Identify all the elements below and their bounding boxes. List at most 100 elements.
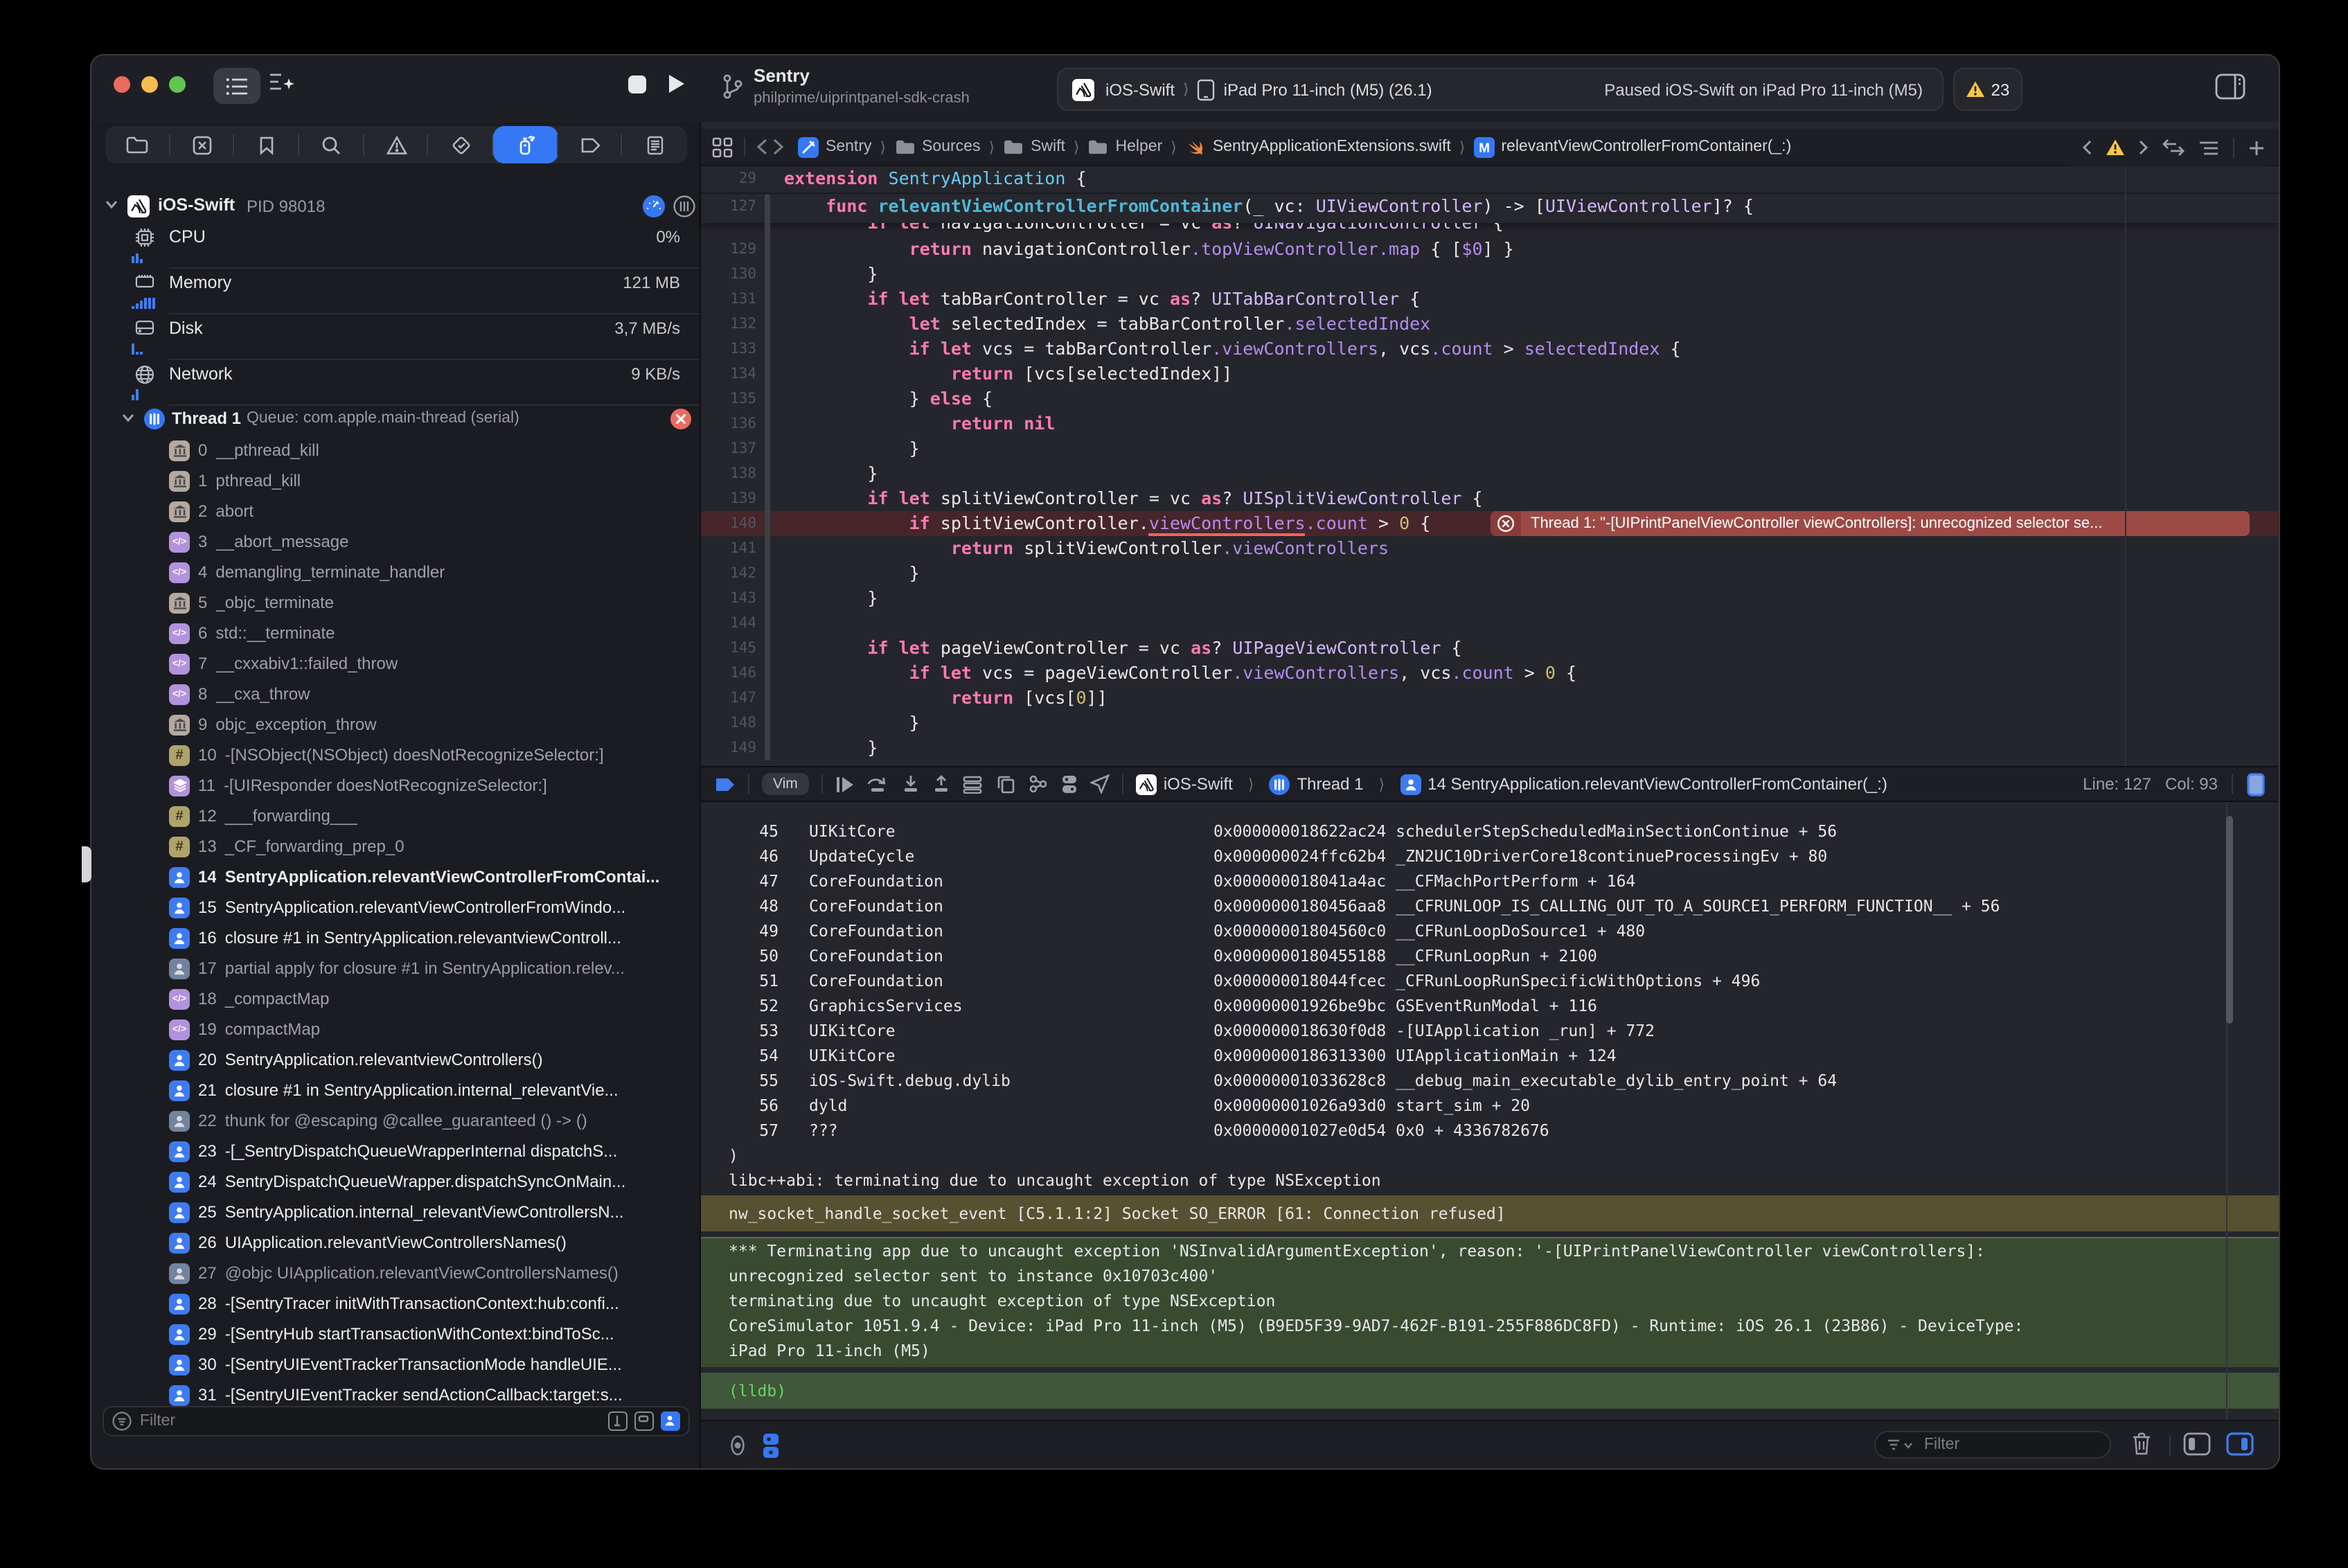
stack-frame-1[interactable]: 1pthread_kill xyxy=(91,465,700,496)
stack-frame-11[interactable]: 11-[UIResponder doesNotRecognizeSelector… xyxy=(91,770,700,801)
forward-button[interactable] xyxy=(773,139,784,155)
toggle-variables-view-button[interactable] xyxy=(2183,1432,2211,1456)
zoom-window-button[interactable] xyxy=(169,76,186,93)
line-number[interactable]: 139 xyxy=(701,486,756,511)
code-line-147[interactable]: 147 return [vcs[0]] xyxy=(701,686,2279,711)
line-number[interactable]: 137 xyxy=(701,436,756,461)
gauge-view-icon[interactable] xyxy=(643,195,665,217)
code-line-132[interactable]: 132 let selectedIndex = tabBarController… xyxy=(701,312,2279,337)
related-items-icon[interactable] xyxy=(712,136,733,157)
next-issue-button[interactable] xyxy=(2139,140,2149,155)
code-line-137[interactable]: 137 } xyxy=(701,436,2279,461)
code-line-149[interactable]: 149 } xyxy=(701,736,2279,760)
code-line-140[interactable]: 140 if splitViewController.viewControlle… xyxy=(701,511,2279,536)
window-edge-handle[interactable] xyxy=(82,846,91,882)
breadcrumb-item[interactable]: Swift xyxy=(1003,139,1065,155)
stack-frame-15[interactable]: 15SentryApplication.relevantViewControll… xyxy=(91,892,700,923)
editor-options-icon[interactable] xyxy=(2198,139,2219,156)
continue-button[interactable] xyxy=(835,775,853,793)
line-number[interactable]: 149 xyxy=(701,736,756,760)
line-number[interactable] xyxy=(701,223,756,235)
thread-row[interactable]: Thread 1 Queue: com.apple.main-thread (s… xyxy=(91,404,700,435)
chevron-down-icon[interactable] xyxy=(122,413,134,422)
stack-frame-20[interactable]: 20SentryApplication.relevantviewControll… xyxy=(91,1044,700,1075)
code-line-135[interactable]: 135 } else { xyxy=(701,386,2279,411)
chevron-down-icon[interactable] xyxy=(105,199,118,209)
gauge-cpu[interactable]: CPU 0% xyxy=(91,223,700,269)
source-editor[interactable]: 29extension SentryApplication { 127 func… xyxy=(701,166,2279,766)
debug-view-hierarchy-icon[interactable] xyxy=(995,774,1015,794)
line-number[interactable]: 133 xyxy=(701,337,756,362)
code-line-136[interactable]: 136 return nil xyxy=(701,411,2279,436)
console-scrollbar-thumb[interactable] xyxy=(2226,816,2233,1024)
debug-breadcrumb[interactable]: iOS-Swift ⟩ Thread 1 ⟩ 14 SentryApplicat… xyxy=(1136,774,1887,794)
previous-issue-button[interactable] xyxy=(2082,140,2092,155)
line-number[interactable]: 130 xyxy=(701,262,756,287)
stack-frame-18[interactable]: </>18_compactMap xyxy=(91,983,700,1014)
debug-crumb-frame[interactable]: 14 SentryApplication.relevantViewControl… xyxy=(1428,774,1887,794)
step-out-button[interactable] xyxy=(932,774,950,794)
stack-frame-24[interactable]: 24SentryDispatchQueueWrapper.dispatchSyn… xyxy=(91,1166,700,1197)
code-line-129[interactable]: 129 return navigationController.topViewC… xyxy=(701,237,2279,262)
navigator-tab-warning[interactable] xyxy=(364,126,428,163)
warning-count-badge[interactable]: 23 xyxy=(1953,68,2022,111)
navigator-tab-debug-extinguisher[interactable] xyxy=(493,126,558,163)
stack-frame-10[interactable]: #10-[NSObject(NSObject) doesNotRecognize… xyxy=(91,740,700,770)
simulate-location-icon[interactable] xyxy=(1090,774,1110,794)
scheme-destination[interactable]: iPad Pro 11-inch (M5) (26.1) xyxy=(1224,80,1432,99)
line-number[interactable]: 134 xyxy=(701,362,756,386)
code-line-138[interactable]: 138 } xyxy=(701,461,2279,486)
add-editor-button[interactable] xyxy=(2248,139,2265,156)
line-number[interactable]: 29 xyxy=(701,166,756,193)
console-panes-icon[interactable] xyxy=(762,1432,780,1459)
toggle-navigator-button[interactable] xyxy=(213,68,260,104)
code-line-142[interactable]: 142 } xyxy=(701,561,2279,586)
stack-frame-25[interactable]: 25SentryApplication.internal_relevantVie… xyxy=(91,1197,700,1227)
navigator-filter-bar[interactable]: Filter xyxy=(103,1406,690,1436)
activity-view[interactable]: iOS-Swift ⟩ iPad Pro 11-inch (M5) (26.1)… xyxy=(1057,68,1944,111)
gauge-network[interactable]: Network 9 KB/s xyxy=(91,360,700,406)
breadcrumb-item[interactable]: SentryApplicationExtensions.swift xyxy=(1185,136,1451,157)
line-number[interactable]: 147 xyxy=(701,686,756,711)
stack-frame-14[interactable]: 14SentryApplication.relevantViewControll… xyxy=(91,862,700,892)
line-number[interactable]: 132 xyxy=(701,312,756,337)
stack-frame-13[interactable]: #13_CF_forwarding_prep_0 xyxy=(91,831,700,862)
stack-frame-22[interactable]: 22thunk for @escaping @callee_guaranteed… xyxy=(91,1105,700,1136)
vim-mode-badge[interactable]: Vim xyxy=(762,773,809,795)
code-line-146[interactable]: 146 if let vcs = pageViewController.view… xyxy=(701,661,2279,686)
code-line-134[interactable]: 134 return [vcs[selectedIndex]] xyxy=(701,362,2279,386)
stack-frame-28[interactable]: 28-[SentryTracer initWithTransactionCont… xyxy=(91,1288,700,1319)
line-number[interactable]: 148 xyxy=(701,711,756,736)
line-number[interactable]: 143 xyxy=(701,586,756,611)
stack-frame-30[interactable]: 30-[SentryUIEventTrackerTransactionMode … xyxy=(91,1349,700,1380)
thread-view-icon[interactable] xyxy=(673,195,695,217)
stack-frame-29[interactable]: 29-[SentryHub startTransactionWithContex… xyxy=(91,1319,700,1349)
debug-crumb-thread[interactable]: Thread 1 xyxy=(1297,774,1363,794)
line-number[interactable]: 145 xyxy=(701,636,756,661)
intelligence-sparkle-icon[interactable] xyxy=(269,71,296,96)
stack-frame-3[interactable]: </>3__abort_message xyxy=(91,526,700,557)
stack-frame-19[interactable]: </>19compactMap xyxy=(91,1014,700,1044)
scheme-target[interactable]: iOS-Swift xyxy=(1105,80,1175,99)
navigator-tab-breakpoint[interactable] xyxy=(558,126,622,163)
stack-frame-7[interactable]: </>7__cxxabiv1::failed_throw xyxy=(91,648,700,679)
breadcrumb-item[interactable]: Sentry xyxy=(798,136,872,157)
show-relevant-frames-toggle[interactable] xyxy=(661,1411,680,1431)
step-into-button[interactable] xyxy=(902,774,920,794)
view-frames-icon[interactable] xyxy=(963,775,982,793)
gauge-memory[interactable]: Memory 121 MB xyxy=(91,269,700,314)
stop-button[interactable] xyxy=(628,75,647,94)
close-window-button[interactable] xyxy=(114,76,130,93)
line-number[interactable]: 142 xyxy=(701,561,756,586)
code-line-139[interactable]: 139 if let splitViewController = vc as? … xyxy=(701,486,2279,511)
gauge-disk[interactable]: Disk 3,7 MB/s xyxy=(91,314,700,360)
show-only-crashed-toggle[interactable] xyxy=(634,1411,654,1431)
run-button[interactable] xyxy=(668,73,686,94)
stack-frame-27[interactable]: 27@objc UIApplication.relevantViewContro… xyxy=(91,1258,700,1288)
code-line-141[interactable]: 141 return splitViewController.viewContr… xyxy=(701,536,2279,561)
breadcrumb-item[interactable]: MrelevantViewControllerFromContainer(_:) xyxy=(1473,136,1791,157)
navigator-tab-x-square[interactable] xyxy=(170,126,234,163)
code-line-131[interactable]: 131 if let tabBarController = vc as? UIT… xyxy=(701,287,2279,312)
code-line-144[interactable]: 144 xyxy=(701,611,2279,636)
code-line-133[interactable]: 133 if let vcs = tabBarController.viewCo… xyxy=(701,337,2279,362)
